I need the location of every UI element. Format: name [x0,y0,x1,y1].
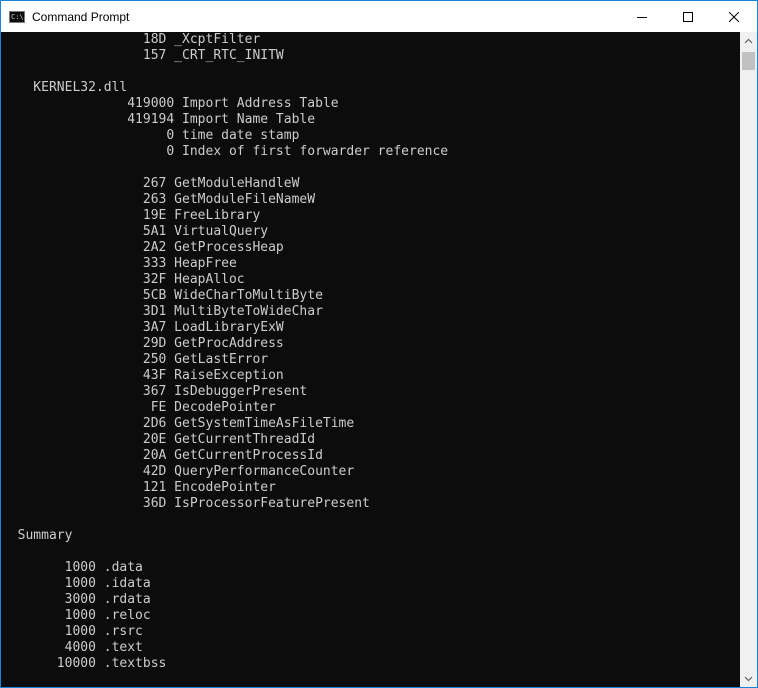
console-line: 3D1 MultiByteToWideChar [2,304,323,319]
minimize-button[interactable] [619,1,665,32]
command-prompt-icon: C:\ [9,10,25,23]
console-line: 1000 .reloc [2,608,151,623]
console-line: 157 _CRT_RTC_INITW [2,48,284,63]
window-title: Command Prompt [32,9,130,24]
chevron-up-icon [744,38,753,43]
window-controls [619,1,757,32]
console-line: 18D _XcptFilter [2,32,261,47]
console-line: 1000 .idata [2,576,151,591]
console-line: 1000 .rsrc [2,624,143,639]
console-line: 3A7 LoadLibraryExW [2,320,284,335]
scrollbar-thumb[interactable] [742,52,755,70]
console-line: 10000 .textbss [2,656,167,671]
console-line: 2A2 GetProcessHeap [2,240,284,255]
console-line: 1000 .data [2,560,143,575]
console-line: 367 IsDebuggerPresent [2,384,308,399]
console-line: 36D IsProcessorFeaturePresent [2,496,370,511]
command-prompt-window: C:\ Command Prompt 18D _XcptFilter 157 _… [0,0,758,688]
vertical-scrollbar[interactable] [740,32,757,687]
minimize-icon [637,16,647,18]
close-icon [729,11,739,22]
console-line: KERNEL32.dll [2,80,128,95]
console-lines: 18D _XcptFilter 157 _CRT_RTC_INITW KERNE… [2,32,448,672]
maximize-icon [683,11,693,22]
console-line: 419000 Import Address Table [2,96,339,111]
console-line: 333 HeapFree [2,256,237,271]
console-line: 4000 .text [2,640,143,655]
console-line: 3000 .rdata [2,592,151,607]
chevron-down-icon [744,676,753,681]
console-line: Summary [2,528,73,543]
console-line: 263 GetModuleFileNameW [2,192,316,207]
console-line: 419194 Import Name Table [2,112,316,127]
console-line: 250 GetLastError [2,352,269,367]
console-line: 0 Index of first forwarder reference [2,144,449,159]
console-line: 267 GetModuleHandleW [2,176,300,191]
console-line: 32F HeapAlloc [2,272,245,287]
console-line: 20E GetCurrentThreadId [2,432,316,447]
close-button[interactable] [711,1,757,32]
console-line: 29D GetProcAddress [2,336,284,351]
console-line: 2D6 GetSystemTimeAsFileTime [2,416,355,431]
console-line: 20A GetCurrentProcessId [2,448,323,463]
title-bar[interactable]: C:\ Command Prompt [1,1,757,32]
console-output[interactable]: 18D _XcptFilter 157 _CRT_RTC_INITW KERNE… [1,32,740,687]
console-line: 5CB WideCharToMultiByte [2,288,323,303]
console-line: FE DecodePointer [2,400,276,415]
scroll-down-button[interactable] [740,670,757,687]
console-line: 42D QueryPerformanceCounter [2,464,355,479]
console-line: 0 time date stamp [2,128,300,143]
console-line: 5A1 VirtualQuery [2,224,269,239]
maximize-button[interactable] [665,1,711,32]
console-line: 19E FreeLibrary [2,208,261,223]
scroll-up-button[interactable] [740,32,757,49]
console-line: 43F RaiseException [2,368,284,383]
console-line: 121 EncodePointer [2,480,276,495]
